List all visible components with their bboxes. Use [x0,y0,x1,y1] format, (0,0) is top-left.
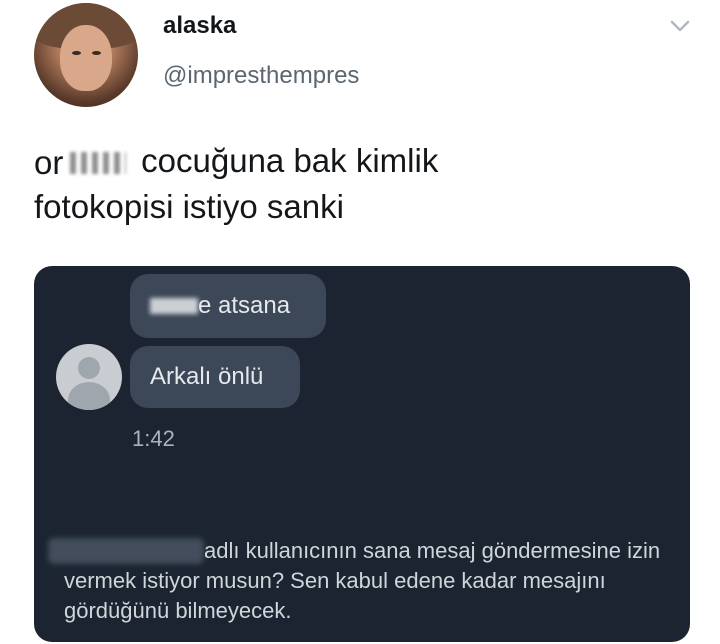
message-bubble: e atsana [130,274,326,338]
chevron-down-icon[interactable] [666,12,694,40]
avatar-face [60,25,112,91]
message-bubble: Arkalı önlü [130,346,300,408]
message-timestamp: 1:42 [132,426,175,451]
dm-screenshot: e atsana Arkalı önlü 1:42 adlı kullanıcı… [34,266,690,642]
author-handle[interactable]: @impresthempres [163,62,359,90]
author-display-name[interactable]: alaska [163,12,236,40]
message-request-text: adlı kullanıcının sana mesaj göndermesin… [64,538,661,623]
author-avatar[interactable] [34,3,138,107]
avatar-eye-left [72,51,81,55]
default-avatar-icon [56,344,122,410]
censor-smudge [70,152,126,175]
avatar-eye-right [92,51,101,55]
tweet-text-line-1: or cocuğuna bak kimlik [34,142,439,182]
censored-word: or [34,144,132,181]
tweet-text-line-2: fotokopisi istiyo sanki [34,188,344,225]
tweet-text: or cocuğuna bak kimlik fotokopisi istiyo… [34,138,694,230]
censored-word [150,296,198,316]
